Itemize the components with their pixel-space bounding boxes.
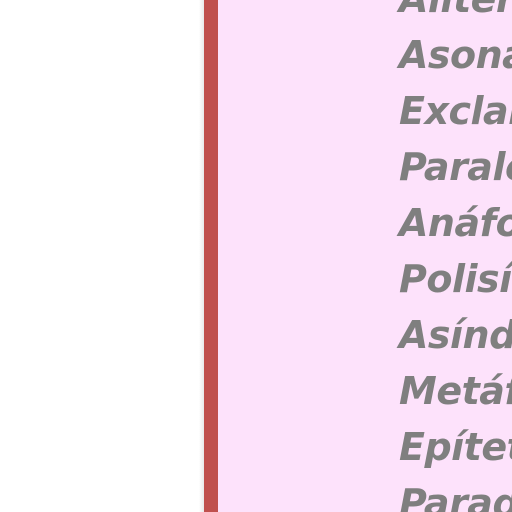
term-item: Aliteración bbox=[399, 0, 512, 27]
term-item: Paralelismo bbox=[399, 145, 512, 189]
term-item: Anáfora bbox=[399, 201, 512, 245]
page-margin bbox=[0, 0, 204, 512]
term-item: Asonancia bbox=[399, 33, 512, 77]
term-item: Polisíndeton bbox=[399, 257, 512, 301]
accent-bar bbox=[204, 0, 218, 512]
term-item: Exclamación bbox=[399, 89, 512, 133]
content-panel: Aliteración Asonancia Exclamación Parale… bbox=[218, 0, 512, 512]
term-item: Asíndeton bbox=[399, 313, 512, 357]
slide-canvas: Aliteración Asonancia Exclamación Parale… bbox=[0, 0, 512, 512]
term-item: Paradoja bbox=[399, 481, 512, 512]
term-item: Metáfora bbox=[399, 369, 512, 413]
term-item: Epíteto bbox=[399, 425, 512, 469]
term-list: Aliteración Asonancia Exclamación Parale… bbox=[399, 0, 512, 512]
